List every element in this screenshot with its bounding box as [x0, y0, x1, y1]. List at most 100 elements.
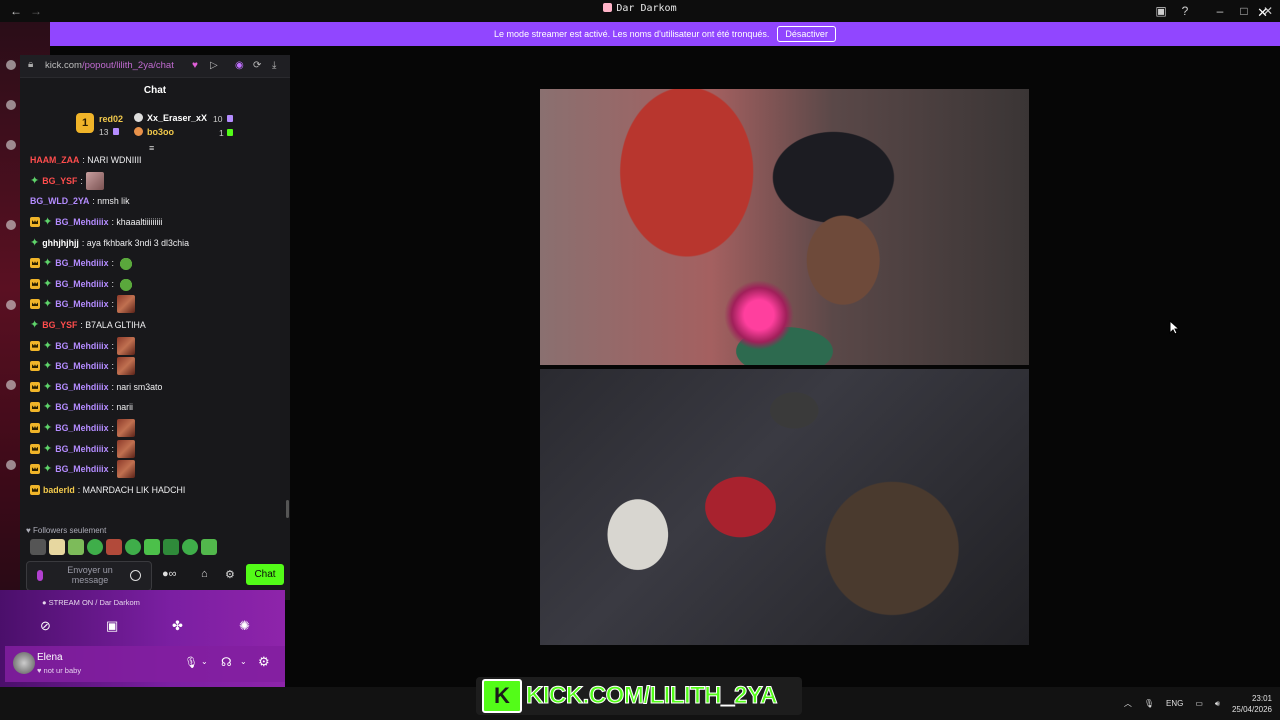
avatar[interactable]	[13, 652, 35, 674]
minimize-icon[interactable]: –	[1208, 0, 1232, 22]
banner-close-icon[interactable]: ✕	[1257, 5, 1268, 21]
lock-icon: 🔒︎	[28, 59, 34, 70]
chat-username[interactable]: BG_YSF	[42, 320, 77, 330]
subscriber-badge-icon	[30, 423, 40, 434]
chat-text: :	[111, 340, 114, 351]
user-status: ♥ not ur baby	[37, 666, 82, 675]
chat-username[interactable]: BG_Mehdiiix	[55, 258, 108, 268]
emote-button[interactable]	[163, 539, 179, 555]
settings-icon[interactable]: ⚙	[225, 568, 235, 581]
kick-url-text: KICK.COM/LILITH_2YA	[526, 682, 778, 710]
tray-chevron-icon[interactable]: ︿	[1124, 698, 1132, 709]
subscriber-badge-icon	[30, 484, 40, 495]
play-icon[interactable]: ▷	[210, 60, 218, 71]
server-icon[interactable]	[6, 100, 16, 110]
chat-text: :	[111, 423, 114, 434]
server-icon[interactable]	[6, 300, 16, 310]
url-text[interactable]: kick.com/popout/lilith_2ya/chat	[45, 60, 174, 71]
chat-username[interactable]: BG_Mehdiiix	[55, 382, 108, 392]
chat-message: ✦ BG_Mehdiiix: nari sm3ato	[20, 377, 285, 398]
emote-button[interactable]	[68, 539, 84, 555]
kick-url-overlay: K KICK.COM/LILITH_2YA	[476, 677, 802, 715]
chat-message: ✦ BG_Mehdiiix:	[20, 459, 285, 480]
emote-button[interactable]	[201, 539, 217, 555]
sync-icon[interactable]: ⟳	[253, 60, 261, 71]
emote-button[interactable]	[182, 539, 198, 555]
chat-message: BG_WLD_2YA: nmsh lik	[20, 191, 285, 212]
third-count: 1	[219, 128, 224, 138]
headset-icon[interactable]: ☊	[221, 655, 232, 669]
soundboard-icon[interactable]: ✺	[239, 618, 250, 634]
download-icon[interactable]: ⤓	[272, 60, 276, 71]
emote-button[interactable]	[87, 539, 103, 555]
video-feed-bottom[interactable]	[540, 369, 1029, 645]
chat-username[interactable]: BG_Mehdiiix	[55, 299, 108, 309]
extension-icon[interactable]: ◉	[235, 60, 244, 71]
chat-message: ✦ BG_Mehdiiix:	[20, 335, 285, 356]
frog-emote-icon	[116, 274, 135, 293]
chat-username[interactable]: baderld	[43, 485, 75, 495]
server-icon[interactable]	[6, 460, 16, 470]
activities-icon[interactable]: ✤	[172, 618, 183, 634]
chat-username[interactable]: BG_Mehdiiix	[55, 217, 108, 227]
chevron-down-icon[interactable]: ⌄	[240, 657, 247, 666]
language-indicator[interactable]: ENG	[1166, 699, 1183, 708]
emote-button[interactable]	[106, 539, 122, 555]
chat-username[interactable]: BG_WLD_2YA	[30, 196, 89, 206]
server-icon[interactable]	[6, 60, 16, 70]
face-emote-icon	[116, 295, 135, 314]
disable-streamer-mode-button[interactable]: Désactiver	[777, 26, 836, 42]
chat-username[interactable]: BG_Mehdiiix	[55, 402, 108, 412]
system-tray: ︿ 🎙︎ ENG ▭ 🔊︎ 23:01 25/04/2026	[1124, 687, 1272, 720]
chat-username[interactable]: BG_Mehdiiix	[55, 279, 108, 289]
chat-username[interactable]: BG_Mehdiiix	[55, 464, 108, 474]
emote-button[interactable]	[144, 539, 160, 555]
send-chat-button[interactable]: Chat	[246, 564, 284, 585]
volume-icon[interactable]: 🔊︎	[1215, 699, 1220, 709]
network-icon[interactable]: ▭	[1195, 699, 1203, 708]
camera-off-icon[interactable]: ⊘	[40, 618, 51, 634]
kick-logo-icon: K	[482, 679, 522, 713]
emote-button[interactable]	[125, 539, 141, 555]
points-icon[interactable]: ●∞	[162, 568, 177, 580]
microphone-tray-icon[interactable]: 🎙︎	[1144, 699, 1154, 708]
chat-input-field[interactable]: Envoyer un message	[26, 561, 152, 591]
microphone-icon[interactable]: 🎙︎	[184, 656, 198, 669]
chat-username[interactable]: ghhjhjhjj	[42, 238, 79, 248]
inbox-icon[interactable]: ▣	[1149, 0, 1173, 22]
verified-badge-icon: ✦	[43, 422, 53, 435]
chat-scrollbar[interactable]	[286, 500, 289, 518]
chat-text: : khaaaltiiiiiiiii	[111, 217, 163, 228]
verified-badge-icon: ✦	[43, 463, 53, 476]
face-emote-icon	[116, 419, 135, 438]
chat-username[interactable]: BG_Mehdiiix	[55, 341, 108, 351]
chat-username[interactable]: BG_YSF	[42, 176, 77, 186]
emote-button[interactable]	[49, 539, 65, 555]
rank-two-icon	[134, 113, 143, 122]
chevron-down-icon[interactable]: ⌄	[201, 657, 208, 666]
chat-popout-window: 🔒︎ kick.com/popout/lilith_2ya/chat ♥ ▷ ◉…	[20, 55, 290, 600]
subscriber-badge-icon	[30, 402, 40, 413]
maximize-icon[interactable]: □	[1232, 0, 1256, 22]
emoji-picker-icon[interactable]	[130, 570, 141, 581]
chat-username[interactable]: HAAM_ZAA	[30, 155, 79, 165]
chat-username[interactable]: BG_Mehdiiix	[55, 444, 108, 454]
server-icon[interactable]	[6, 220, 16, 230]
clock[interactable]: 23:01 25/04/2026	[1232, 693, 1272, 715]
chat-username[interactable]: BG_Mehdiiix	[55, 361, 108, 371]
subscriber-badge-icon	[30, 299, 40, 310]
chat-message: ✦ BG_Mehdiiix:	[20, 356, 285, 377]
gift-leaderboard: 1 red02 13 Xx_Eraser_xX 10 bo3oo 1 ≡	[20, 108, 290, 153]
chat-username[interactable]: BG_Mehdiiix	[55, 423, 108, 433]
emote-button[interactable]	[30, 539, 46, 555]
pocket-icon[interactable]: ♥	[192, 60, 198, 71]
store-icon[interactable]: ⌂	[201, 568, 208, 580]
chat-message: ✦ BG_Mehdiiix: narii	[20, 397, 285, 418]
chat-text: :	[111, 361, 114, 372]
user-settings-icon[interactable]: ⚙	[258, 654, 270, 670]
server-icon[interactable]	[6, 140, 16, 150]
screenshare-icon[interactable]: ▣	[106, 618, 118, 634]
microphone-icon[interactable]	[37, 570, 43, 581]
help-icon[interactable]: ?	[1173, 0, 1197, 22]
server-icon[interactable]	[6, 380, 16, 390]
